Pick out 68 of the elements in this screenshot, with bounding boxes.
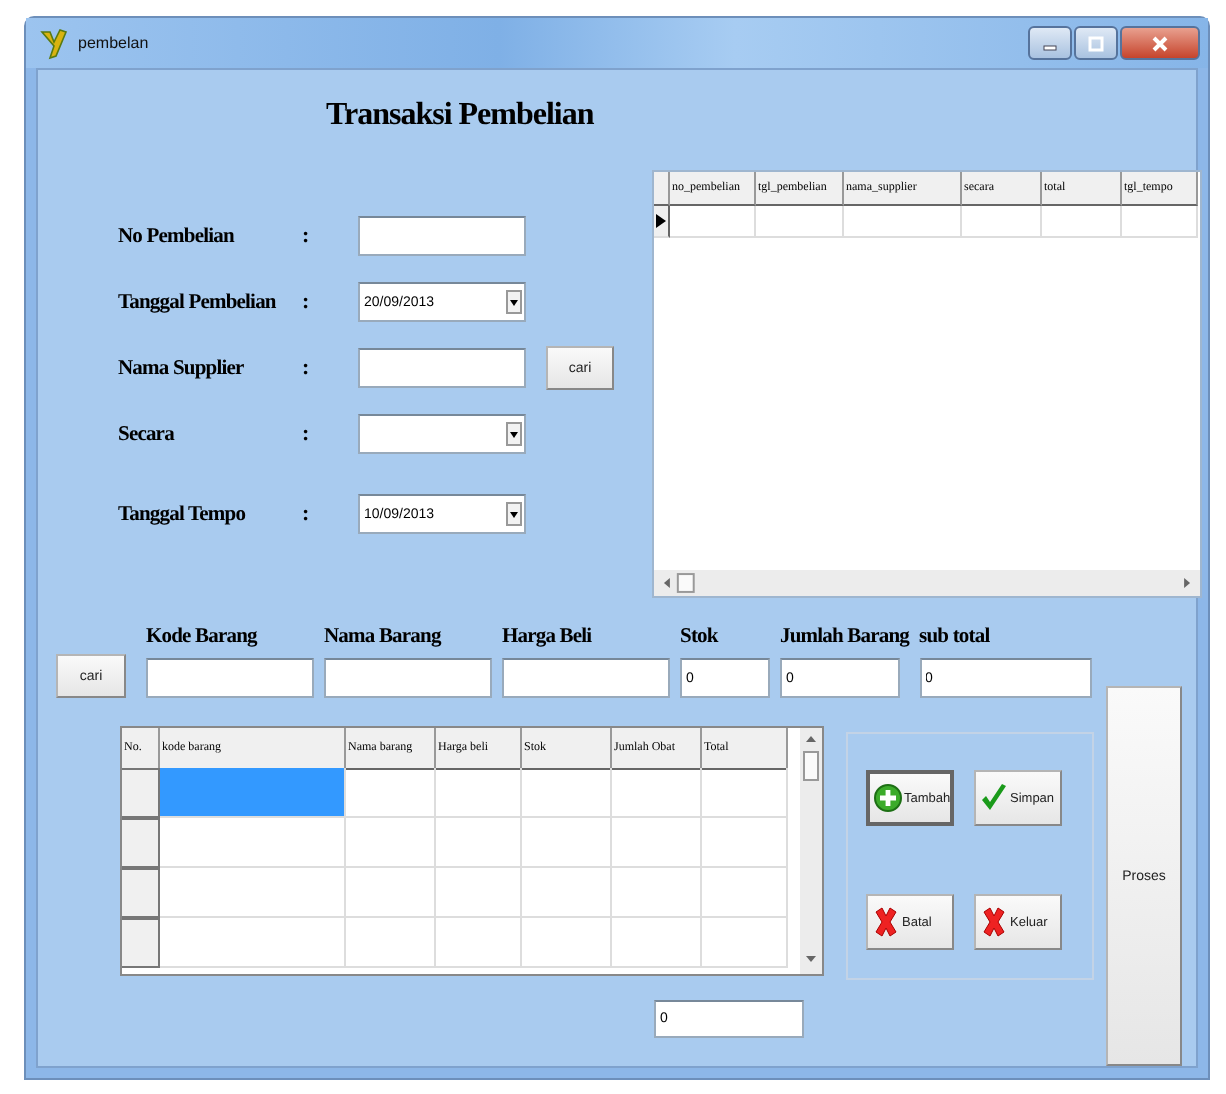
close-button[interactable] (1120, 26, 1200, 60)
field-label: Tanggal Tempo (118, 503, 248, 525)
table-cell (844, 206, 962, 238)
table-cell (962, 206, 1042, 238)
x-icon (872, 906, 900, 938)
field-label: Jumlah Barang (780, 626, 910, 648)
field-label: Secara (118, 423, 177, 445)
colon-separator: : (302, 502, 312, 526)
table-cell[interactable] (702, 918, 788, 968)
minimize-button[interactable] (1028, 26, 1072, 60)
colon-separator: : (302, 356, 312, 380)
maximize-icon (1086, 33, 1106, 53)
table-cell[interactable] (160, 918, 346, 968)
table-cell[interactable] (522, 818, 612, 868)
table-cell[interactable] (160, 818, 346, 868)
table-cell (1122, 206, 1198, 238)
table-cell[interactable] (160, 768, 346, 818)
row-header[interactable] (654, 206, 670, 238)
field-label: Nama Barang (324, 626, 444, 648)
app-icon (38, 27, 70, 59)
table-cell[interactable] (612, 868, 702, 918)
text-field[interactable] (358, 348, 526, 388)
checkmark-icon (980, 782, 1008, 814)
table-cell (756, 206, 844, 238)
field-label: Tanggal Pembelian (118, 291, 278, 313)
table-cell[interactable] (436, 818, 522, 868)
table-cell[interactable] (702, 768, 788, 818)
close-icon (1150, 33, 1170, 53)
table-cell[interactable] (612, 918, 702, 968)
colon-separator: : (302, 290, 312, 314)
table-cell[interactable] (612, 818, 702, 868)
window-title: pembelan (78, 34, 151, 52)
plus-icon (874, 782, 902, 814)
corner-header (654, 172, 670, 206)
colon-separator: : (302, 224, 312, 248)
table-cell[interactable] (522, 768, 612, 818)
table-cell[interactable] (436, 768, 522, 818)
field-label: Nama Supplier (118, 357, 246, 379)
table-cell[interactable] (522, 868, 612, 918)
field-label: Kode Barang (146, 626, 260, 648)
table-cell[interactable] (436, 868, 522, 918)
horizontal-scrollbar[interactable] (654, 570, 1200, 596)
table-cell[interactable] (346, 918, 436, 968)
table-cell[interactable] (702, 818, 788, 868)
text-field[interactable] (358, 216, 526, 256)
table-cell[interactable] (346, 768, 436, 818)
vertical-scrollbar[interactable] (800, 728, 822, 974)
x-icon (980, 906, 1008, 938)
dropdown-field[interactable] (358, 414, 526, 454)
table-cell[interactable] (702, 868, 788, 918)
field-label: Harga Beli (502, 626, 594, 648)
colon-separator: : (302, 422, 312, 446)
maximize-button[interactable] (1074, 26, 1118, 60)
table-cell[interactable] (346, 868, 436, 918)
table-cell (670, 206, 756, 238)
field-label: Stok (680, 626, 721, 648)
table-cell[interactable] (522, 918, 612, 968)
table-cell[interactable] (160, 868, 346, 918)
text-field[interactable] (324, 658, 492, 698)
table-cell[interactable] (612, 768, 702, 818)
field-label: sub total (919, 626, 992, 648)
table-cell[interactable] (346, 818, 436, 868)
text-field[interactable] (502, 658, 670, 698)
form-heading: Transaksi Pembelian (326, 98, 594, 134)
table-cell[interactable] (436, 918, 522, 968)
field-label: No Pembelian (118, 225, 237, 247)
table-cell (1042, 206, 1122, 238)
text-field[interactable] (146, 658, 314, 698)
